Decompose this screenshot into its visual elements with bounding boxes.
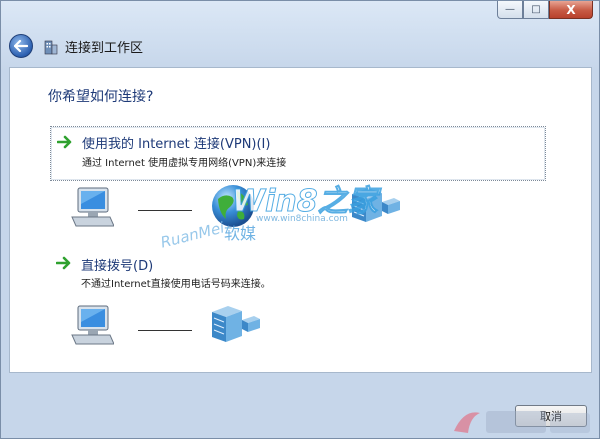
- page-question: 你希望如何连接?: [48, 89, 154, 105]
- maximize-button[interactable]: □: [523, 1, 549, 19]
- option-vpn-title: 使用我的 Internet 连接(VPN)(I): [82, 137, 271, 152]
- dialog-window: — □ X 连接到工作区 你希望如何连接? 使用我的 Internet 连接(V…: [0, 0, 600, 439]
- back-arrow-icon: [14, 40, 28, 52]
- window-controls: — □ X: [497, 1, 593, 19]
- watermark: Win8之家 www.win8china.com RuanMei 软媒: [158, 168, 390, 278]
- connection-line: [138, 330, 192, 331]
- server-network-icon: [212, 306, 260, 342]
- dialog-header: 连接到工作区: [9, 29, 143, 63]
- watermark-ruanmei: RuanMei: [158, 218, 227, 252]
- corner-logo-watermark: [454, 411, 590, 433]
- option-dialup-title: 直接拨号(D): [81, 259, 154, 274]
- dialog-title: 连接到工作区: [65, 40, 144, 56]
- workplace-icon: [44, 40, 58, 55]
- computer-icon: [71, 305, 114, 345]
- green-arrow-icon: [56, 256, 71, 270]
- back-button[interactable]: [9, 34, 33, 58]
- content-panel: 你希望如何连接? 使用我的 Internet 连接(VPN)(I) 通过 Int…: [9, 67, 592, 373]
- green-arrow-icon: [57, 135, 72, 149]
- title-bar: — □ X: [1, 1, 599, 29]
- option-vpn-description: 通过 Internet 使用虚拟专用网络(VPN)来连接: [82, 158, 287, 169]
- watermark-url: www.win8china.com: [256, 214, 348, 224]
- close-button[interactable]: X: [549, 1, 593, 19]
- computer-icon: [71, 187, 114, 227]
- minimize-button[interactable]: —: [497, 1, 523, 19]
- watermark-ruanmei-cn: 软媒: [224, 224, 257, 243]
